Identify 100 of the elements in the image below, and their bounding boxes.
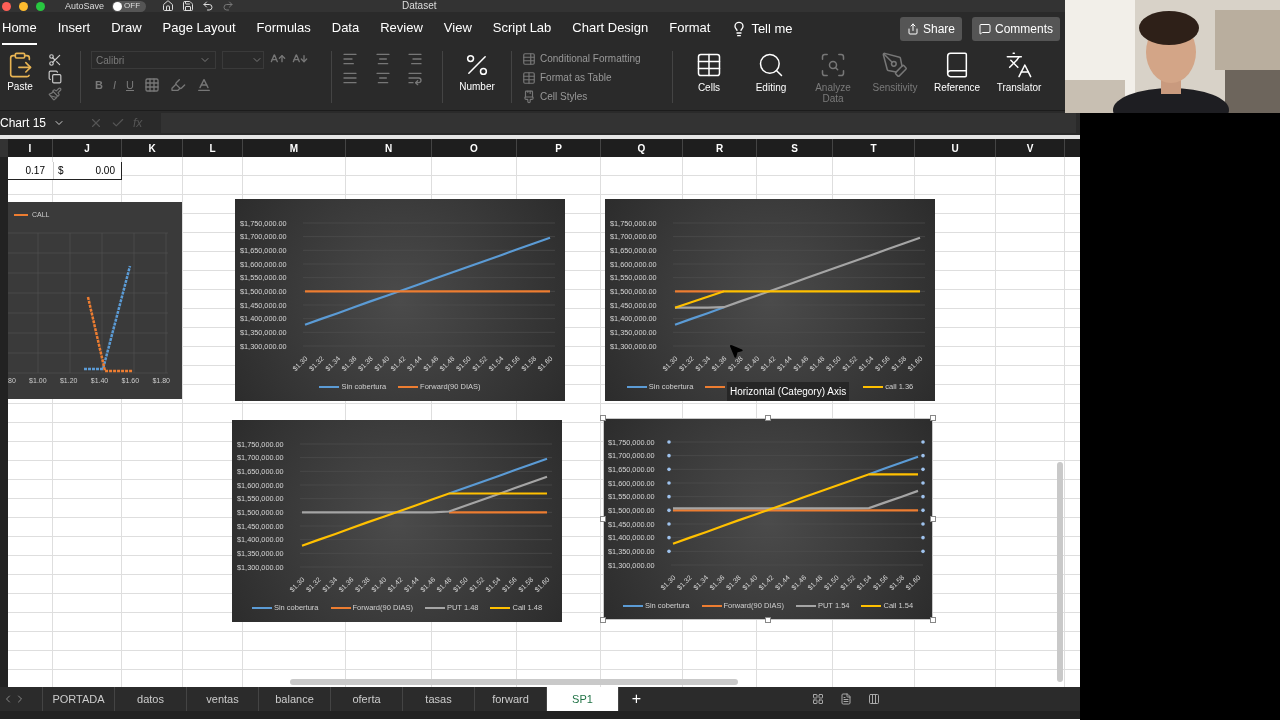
gridline-handle[interactable]: [667, 453, 671, 458]
ribbon-tab[interactable]: Draw: [111, 12, 142, 45]
check-icon[interactable]: [111, 116, 125, 130]
paste-button[interactable]: Paste: [0, 51, 40, 94]
wrap-text-icon[interactable]: [407, 70, 424, 86]
borders-icon[interactable]: [143, 77, 160, 94]
command-button[interactable]: Cells: [683, 51, 735, 104]
formula-field[interactable]: [161, 113, 1076, 133]
resize-handle[interactable]: [930, 516, 936, 522]
copy-icon[interactable]: [48, 70, 62, 84]
column-header[interactable]: Q: [601, 139, 683, 157]
resize-handle[interactable]: [600, 415, 606, 421]
ribbon-tab[interactable]: Format: [669, 12, 711, 45]
command-button[interactable]: Reference: [931, 51, 983, 104]
align-icon[interactable]: [407, 51, 424, 67]
resize-handle[interactable]: [600, 617, 606, 623]
line-chart[interactable]: [235, 199, 565, 401]
ribbon-tab[interactable]: Page Layout: [162, 12, 236, 45]
ribbon-tab[interactable]: Script Lab: [492, 12, 552, 45]
ribbon-tab[interactable]: View: [443, 12, 472, 45]
ribbon-tab[interactable]: Chart Design: [572, 12, 649, 45]
gridline-handle[interactable]: [667, 508, 671, 513]
redo-icon[interactable]: [222, 0, 235, 12]
line-chart[interactable]: [605, 199, 935, 401]
column-header[interactable]: T: [833, 139, 915, 157]
autosave-label: AutoSave: [65, 1, 105, 11]
search-icon: [757, 51, 785, 79]
column-header[interactable]: R: [683, 139, 757, 157]
ribbon-tab[interactable]: Insert: [57, 12, 91, 45]
align-icon[interactable]: [342, 51, 358, 67]
normal-view-icon[interactable]: [812, 693, 824, 705]
gridline-handle[interactable]: [667, 440, 671, 444]
undo-icon[interactable]: [202, 0, 215, 12]
font-color-icon[interactable]: [195, 77, 212, 94]
gridline-handle[interactable]: [921, 467, 925, 472]
sheet-tab[interactable]: SP1: [546, 687, 618, 711]
resize-handle[interactable]: [765, 617, 771, 623]
highlighter-icon[interactable]: [169, 77, 186, 94]
column-header[interactable]: O: [432, 139, 517, 157]
align-icon[interactable]: [342, 70, 358, 86]
resize-handle[interactable]: [930, 415, 936, 421]
gridline-handle[interactable]: [921, 549, 925, 554]
column-header[interactable]: M: [243, 139, 346, 157]
align-icon[interactable]: [374, 51, 391, 67]
command-button[interactable]: Translator: [993, 51, 1045, 104]
ribbon-tab[interactable]: Formulas: [256, 12, 311, 45]
column-header[interactable]: V: [996, 139, 1065, 157]
tell-me-button[interactable]: Tell me: [731, 18, 793, 39]
gridline-handle[interactable]: [921, 440, 925, 444]
gridline-handle[interactable]: [921, 535, 925, 540]
column-header[interactable]: L: [183, 139, 243, 157]
gridline-handle[interactable]: [921, 494, 925, 499]
gridline-handle[interactable]: [921, 481, 925, 485]
maximize-icon[interactable]: [36, 1, 45, 11]
translate-icon: [1005, 51, 1033, 79]
font-size-field[interactable]: [222, 51, 264, 69]
command-button[interactable]: Editing: [745, 51, 797, 104]
line-chart[interactable]: [232, 420, 562, 622]
share-button[interactable]: Share: [899, 16, 962, 41]
home-icon[interactable]: [162, 0, 175, 12]
gridline-handle[interactable]: [921, 508, 925, 513]
name-box[interactable]: Chart 15: [0, 114, 45, 132]
number-button[interactable]: Number: [453, 51, 501, 94]
page-break-icon[interactable]: [868, 693, 880, 705]
column-header[interactable]: I: [8, 139, 53, 157]
gridline-handle[interactable]: [921, 522, 925, 526]
gridline-handle[interactable]: [667, 494, 671, 499]
tooltip: Horizontal (Category) Axis: [727, 382, 850, 401]
save-icon[interactable]: [182, 0, 195, 12]
gridline-handle[interactable]: [667, 467, 671, 472]
column-header[interactable]: P: [517, 139, 601, 157]
cut-icon[interactable]: [48, 53, 62, 67]
column-header[interactable]: U: [915, 139, 996, 157]
resize-handle[interactable]: [600, 516, 606, 522]
column-header[interactable]: J: [53, 139, 122, 157]
gridline-handle[interactable]: [667, 481, 671, 485]
close-icon[interactable]: [2, 1, 11, 11]
resize-handle[interactable]: [765, 415, 771, 421]
speech-bubble-icon: [979, 22, 991, 35]
gridline-handle[interactable]: [667, 522, 671, 526]
pen-icon: [881, 51, 909, 79]
table-icon: [695, 51, 723, 79]
comments-button[interactable]: Comments: [972, 16, 1060, 41]
share-icon: [906, 22, 919, 35]
autosave-toggle[interactable]: OFF: [112, 0, 147, 12]
page-layout-icon[interactable]: [840, 693, 852, 705]
ribbon-tab[interactable]: Review: [380, 12, 423, 45]
minimize-icon[interactable]: [19, 1, 28, 11]
column-header[interactable]: K: [122, 139, 183, 157]
column-header[interactable]: S: [757, 139, 833, 157]
horizontal-scrollbar[interactable]: [290, 679, 738, 685]
gridline-handle[interactable]: [921, 453, 925, 458]
gridline-handle[interactable]: [667, 535, 671, 540]
resize-handle[interactable]: [930, 617, 936, 623]
align-icon[interactable]: [374, 70, 391, 86]
ribbon-tab[interactable]: Data: [331, 12, 360, 45]
line-chart[interactable]: [603, 418, 933, 620]
gridline-handle[interactable]: [667, 549, 671, 554]
column-header[interactable]: N: [346, 139, 432, 157]
vertical-scrollbar[interactable]: [1057, 462, 1063, 682]
